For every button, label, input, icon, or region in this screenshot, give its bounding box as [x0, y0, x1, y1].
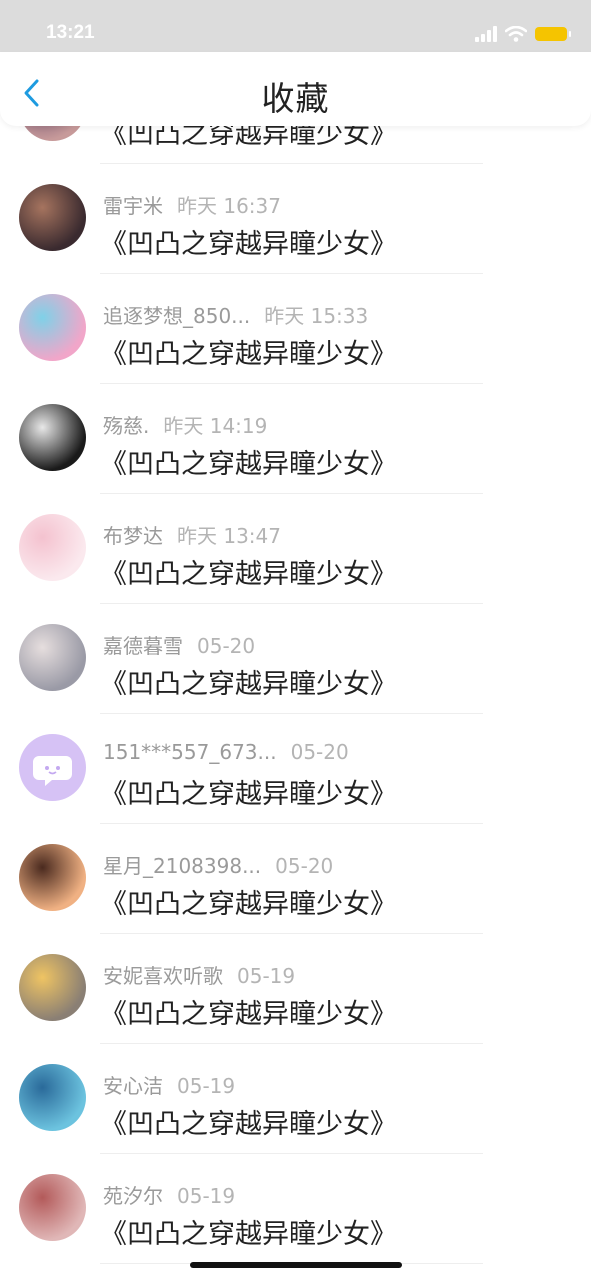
book-title[interactable]: 《凹凸之穿越异瞳少女》: [100, 552, 397, 591]
item-meta: 苑汐尔 05-19: [103, 1180, 235, 1209]
nav-bar: 收藏: [0, 52, 591, 126]
list-item[interactable]: 追逐梦想_850... 昨天 15:33 《凹凸之穿越异瞳少女》: [0, 274, 591, 384]
username[interactable]: 安妮喜欢听歌: [103, 964, 223, 988]
username[interactable]: 苑汐尔: [103, 1184, 163, 1208]
avatar[interactable]: [19, 844, 86, 911]
username[interactable]: 151***557_673...: [103, 740, 277, 764]
avatar[interactable]: [19, 184, 86, 251]
item-meta: 布梦达 昨天 13:47: [103, 520, 281, 549]
timestamp: 05-20: [275, 854, 334, 878]
username[interactable]: 追逐梦想_850...: [103, 304, 250, 328]
list-item[interactable]: 嘉德暮雪 05-20 《凹凸之穿越异瞳少女》: [0, 604, 591, 714]
item-meta: 星月_2108398... 05-20: [103, 850, 333, 879]
username[interactable]: 星月_2108398...: [103, 854, 261, 878]
list-item[interactable]: 苑汐尔 05-19 《凹凸之穿越异瞳少女》: [0, 1154, 591, 1264]
list-item[interactable]: 151***557_673... 05-20 《凹凸之穿越异瞳少女》: [0, 714, 591, 824]
item-meta: 151***557_673... 05-20: [103, 740, 349, 764]
home-indicator: [190, 1262, 402, 1268]
wifi-icon: [505, 26, 527, 42]
username[interactable]: 安心洁: [103, 1074, 163, 1098]
favorites-list[interactable]: 《凹凸之穿越异瞳少女》 雷宇米 昨天 16:37 《凹凸之穿越异瞳少女》 追逐梦想_85…: [0, 126, 591, 1280]
status-time: 13:21: [46, 22, 95, 43]
timestamp: 昨天 14:19: [163, 414, 268, 438]
item-meta: 嘉德暮雪 05-20: [103, 630, 255, 659]
avatar[interactable]: [19, 624, 86, 691]
timestamp: 05-20: [290, 740, 349, 764]
list-item[interactable]: 殇慈. 昨天 14:19 《凹凸之穿越异瞳少女》: [0, 384, 591, 494]
list-item[interactable]: 安妮喜欢听歌 05-19 《凹凸之穿越异瞳少女》: [0, 934, 591, 1044]
item-meta: 雷宇米 昨天 16:37: [103, 190, 281, 219]
timestamp: 05-19: [177, 1184, 236, 1208]
avatar[interactable]: [19, 404, 86, 471]
avatar[interactable]: [19, 954, 86, 1021]
username[interactable]: 雷宇米: [103, 194, 163, 218]
book-title[interactable]: 《凹凸之穿越异瞳少女》: [100, 126, 397, 151]
avatar[interactable]: [19, 294, 86, 361]
avatar[interactable]: [19, 1064, 86, 1131]
book-title[interactable]: 《凹凸之穿越异瞳少女》: [100, 772, 397, 811]
book-title[interactable]: 《凹凸之穿越异瞳少女》: [100, 442, 397, 481]
username[interactable]: 殇慈.: [103, 414, 149, 438]
book-title[interactable]: 《凹凸之穿越异瞳少女》: [100, 1212, 397, 1251]
timestamp: 05-19: [237, 964, 296, 988]
book-title[interactable]: 《凹凸之穿越异瞳少女》: [100, 662, 397, 701]
list-item[interactable]: 《凹凸之穿越异瞳少女》: [0, 126, 591, 164]
timestamp: 昨天 13:47: [177, 524, 281, 548]
item-meta: 追逐梦想_850... 昨天 15:33: [103, 300, 368, 329]
avatar[interactable]: [19, 1174, 86, 1241]
avatar[interactable]: [19, 734, 86, 801]
book-title[interactable]: 《凹凸之穿越异瞳少女》: [100, 1102, 397, 1141]
book-title[interactable]: 《凹凸之穿越异瞳少女》: [100, 222, 397, 261]
username[interactable]: 布梦达: [103, 524, 163, 548]
chat-bubble-icon: [33, 756, 72, 786]
avatar[interactable]: [19, 514, 86, 581]
timestamp: 昨天 16:37: [177, 194, 281, 218]
timestamp: 昨天 15:33: [264, 304, 369, 328]
signal-icon: [475, 26, 497, 42]
book-title[interactable]: 《凹凸之穿越异瞳少女》: [100, 992, 397, 1031]
list-item[interactable]: 布梦达 昨天 13:47 《凹凸之穿越异瞳少女》: [0, 494, 591, 604]
item-meta: 安妮喜欢听歌 05-19: [103, 960, 295, 989]
list-item[interactable]: 星月_2108398... 05-20 《凹凸之穿越异瞳少女》: [0, 824, 591, 934]
item-meta: 殇慈. 昨天 14:19: [103, 410, 267, 439]
book-title[interactable]: 《凹凸之穿越异瞳少女》: [100, 882, 397, 921]
list-item[interactable]: 安心洁 05-19 《凹凸之穿越异瞳少女》: [0, 1044, 591, 1154]
item-meta: 安心洁 05-19: [103, 1070, 235, 1099]
status-bar: 13:21: [0, 0, 591, 52]
username[interactable]: 嘉德暮雪: [103, 634, 183, 658]
avatar[interactable]: [19, 126, 86, 141]
status-icons: [475, 24, 571, 44]
book-title[interactable]: 《凹凸之穿越异瞳少女》: [100, 332, 397, 371]
timestamp: 05-19: [177, 1074, 236, 1098]
timestamp: 05-20: [197, 634, 256, 658]
list-item[interactable]: 雷宇米 昨天 16:37 《凹凸之穿越异瞳少女》: [0, 164, 591, 274]
battery-icon: [535, 27, 571, 41]
page-title: 收藏: [261, 79, 330, 118]
